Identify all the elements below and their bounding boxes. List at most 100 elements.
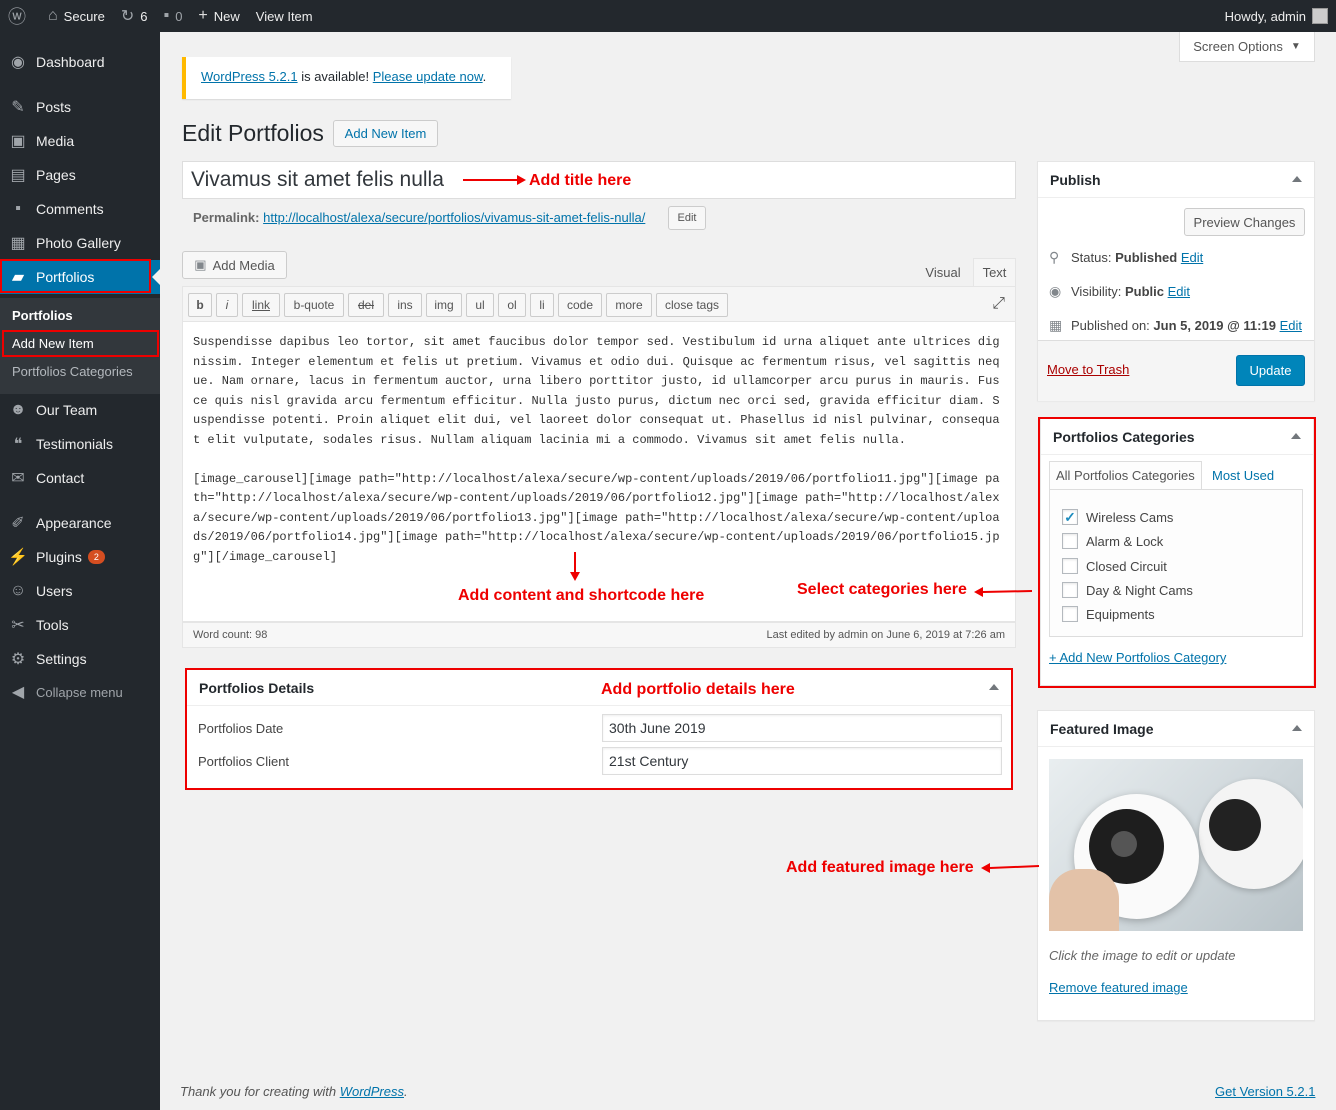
site-name-link[interactable]: ⌂ Secure [40, 0, 113, 32]
collapse-menu-button[interactable]: ◀ Collapse menu [0, 675, 160, 709]
category-item-wireless-cams[interactable]: ✓ Wireless Cams [1062, 509, 1173, 525]
collapse-toggle-icon[interactable] [1292, 176, 1302, 182]
page-title: Edit Portfolios [182, 120, 324, 146]
sidebar-item-tools[interactable]: ✂ Tools [0, 608, 160, 642]
tab-visual[interactable]: Visual [917, 258, 969, 286]
tab-all-categories[interactable]: All Portfolios Categories [1049, 461, 1202, 489]
published-on-edit-link[interactable]: Edit [1280, 318, 1302, 333]
sidebar-item-appearance[interactable]: ✐ Appearance [0, 506, 160, 540]
sidebar-item-users[interactable]: ☺ Users [0, 574, 160, 608]
content-textarea[interactable]: Suspendisse dapibus leo tortor, sit amet… [182, 322, 1016, 622]
category-item-day-night-cams[interactable]: Day & Night Cams [1062, 582, 1193, 598]
wordpress-logo-icon[interactable]: ⓦ [0, 0, 40, 32]
permalink-url-link[interactable]: http://localhost/alexa/secure/portfolios… [263, 210, 645, 225]
add-media-button[interactable]: ▣ Add Media [182, 251, 287, 279]
update-notice: WordPress 5.2.1 is available! Please upd… [182, 57, 511, 99]
sidebar-item-plugins[interactable]: ⚡ Plugins 2 [0, 540, 160, 574]
update-now-link[interactable]: Please update now [373, 69, 483, 84]
wordpress-version-link[interactable]: WordPress 5.2.1 [201, 69, 298, 84]
footer-wordpress-link[interactable]: WordPress [340, 1084, 404, 1099]
quicktags-toolbar: b i link b-quote del ins img ul ol li co… [182, 286, 1016, 322]
footer-thanks: Thank you for creating with WordPress. [180, 1084, 408, 1099]
visibility-row: ◉ Visibility: Public Edit [1049, 283, 1191, 299]
checkbox-icon[interactable] [1062, 533, 1078, 549]
avatar [1312, 8, 1328, 24]
camera-lens-center-shape [1111, 831, 1137, 857]
category-item-equipments[interactable]: Equipments [1062, 606, 1155, 622]
sidebar-item-testimonials[interactable]: ❝ Testimonials [0, 427, 160, 461]
checkbox-icon[interactable] [1062, 558, 1078, 574]
annotation-categories: Select categories here [797, 581, 967, 598]
sidebar-item-contact[interactable]: ✉ Contact [0, 461, 160, 495]
quicktag-li-button[interactable]: li [530, 293, 554, 317]
checkbox-icon[interactable] [1062, 582, 1078, 598]
category-item-closed-circuit[interactable]: Closed Circuit [1062, 558, 1167, 574]
quicktag-code-button[interactable]: code [558, 293, 602, 317]
sidebar-item-photo-gallery[interactable]: ▦ Photo Gallery [0, 226, 160, 260]
move-to-trash-link[interactable]: Move to Trash [1047, 362, 1129, 377]
team-icon: ☻ [9, 401, 27, 418]
sidebar-item-media[interactable]: ▣ Media [0, 124, 160, 158]
fullscreen-icon[interactable]: ⤢ [992, 295, 1005, 313]
screen-options-button[interactable]: Screen Options ▼ [1179, 32, 1315, 62]
status-row: ⚲ Status: Published Edit [1049, 249, 1204, 265]
pages-icon: ▤ [10, 167, 26, 184]
new-content-link[interactable]: + New [190, 0, 247, 32]
tab-most-used[interactable]: Most Used [1206, 461, 1280, 489]
comment-icon: ▪ [163, 7, 170, 24]
checkbox-checked-icon[interactable]: ✓ [1062, 509, 1078, 525]
update-button[interactable]: Update [1236, 355, 1305, 386]
quicktag-close-tags-button[interactable]: close tags [656, 293, 728, 317]
quicktag-italic-button[interactable]: i [216, 293, 238, 317]
collapse-toggle-icon[interactable] [1292, 725, 1302, 731]
plugins-update-badge: 2 [87, 550, 105, 564]
quicktag-del-button[interactable]: del [348, 293, 384, 317]
mail-icon: ✉ [11, 470, 25, 487]
annotation-featured: Add featured image here [786, 859, 974, 876]
view-item-link[interactable]: View Item [248, 0, 321, 32]
permalink-edit-button[interactable]: Edit [668, 206, 706, 230]
sidebar-item-settings[interactable]: ⚙ Settings [0, 642, 160, 676]
editor-status-bar: Word count: 98 Last edited by admin on J… [182, 622, 1016, 648]
quicktag-ins-button[interactable]: ins [388, 293, 422, 317]
add-new-category-link[interactable]: + Add New Portfolios Category [1049, 650, 1226, 665]
remove-featured-image-link[interactable]: Remove featured image [1049, 980, 1188, 995]
quicktag-bquote-button[interactable]: b-quote [284, 293, 344, 317]
annotation-arrow-featured [981, 863, 1040, 873]
sidebar-item-our-team[interactable]: ☻ Our Team [0, 393, 160, 427]
get-version-link[interactable]: Get Version 5.2.1 [1215, 1084, 1315, 1099]
preview-changes-button[interactable]: Preview Changes [1184, 208, 1305, 236]
dashboard-icon: ◉ [11, 54, 25, 71]
submenu-portfolios[interactable]: Portfolios [12, 308, 73, 323]
comments-link[interactable]: ▪ 0 [156, 0, 191, 32]
quicktag-link-button[interactable]: link [242, 293, 280, 317]
highlight-box-details [185, 668, 1013, 790]
quicktag-more-button[interactable]: more [606, 293, 652, 317]
quicktag-bold-button[interactable]: b [188, 293, 212, 317]
tab-text[interactable]: Text [973, 258, 1016, 286]
add-new-item-button[interactable]: Add New Item [333, 120, 438, 147]
account-menu[interactable]: Howdy, admin [1225, 8, 1336, 24]
submenu-portfolios-categories[interactable]: Portfolios Categories [12, 364, 133, 379]
sidebar-item-pages[interactable]: ▤ Pages [0, 158, 160, 192]
quicktag-img-button[interactable]: img [426, 293, 462, 317]
category-item-alarm-lock[interactable]: Alarm & Lock [1062, 533, 1163, 549]
status-edit-link[interactable]: Edit [1181, 250, 1203, 265]
sidebar-item-posts[interactable]: ✎ Posts [0, 90, 160, 124]
updates-link[interactable]: ↻ 6 [113, 0, 156, 32]
visibility-edit-link[interactable]: Edit [1168, 284, 1190, 299]
publish-header[interactable]: Publish [1038, 162, 1314, 198]
highlight-box-portfolios [0, 259, 151, 293]
quicktag-ul-button[interactable]: ul [466, 293, 494, 317]
admin-sidebar: ◉ Dashboard ✎ Posts ▣ Media ▤ Pages ▪ Comment… [0, 32, 160, 1110]
checkbox-icon[interactable] [1062, 606, 1078, 622]
featured-image[interactable] [1049, 759, 1303, 931]
eye-icon: ◉ [1049, 283, 1062, 299]
admin-bar: ⓦ ⌂ Secure ↻ 6 ▪ 0 + New View Item Howdy, ad… [0, 0, 1336, 32]
quicktag-ol-button[interactable]: ol [498, 293, 526, 317]
highlight-box-add-new-item [2, 330, 159, 357]
sidebar-item-dashboard[interactable]: ◉ Dashboard [0, 45, 160, 79]
permalink-row: Permalink: http://localhost/alexa/secure… [193, 210, 646, 225]
sidebar-item-comments[interactable]: ▪ Comments [0, 192, 160, 226]
featured-image-header[interactable]: Featured Image [1038, 711, 1314, 747]
